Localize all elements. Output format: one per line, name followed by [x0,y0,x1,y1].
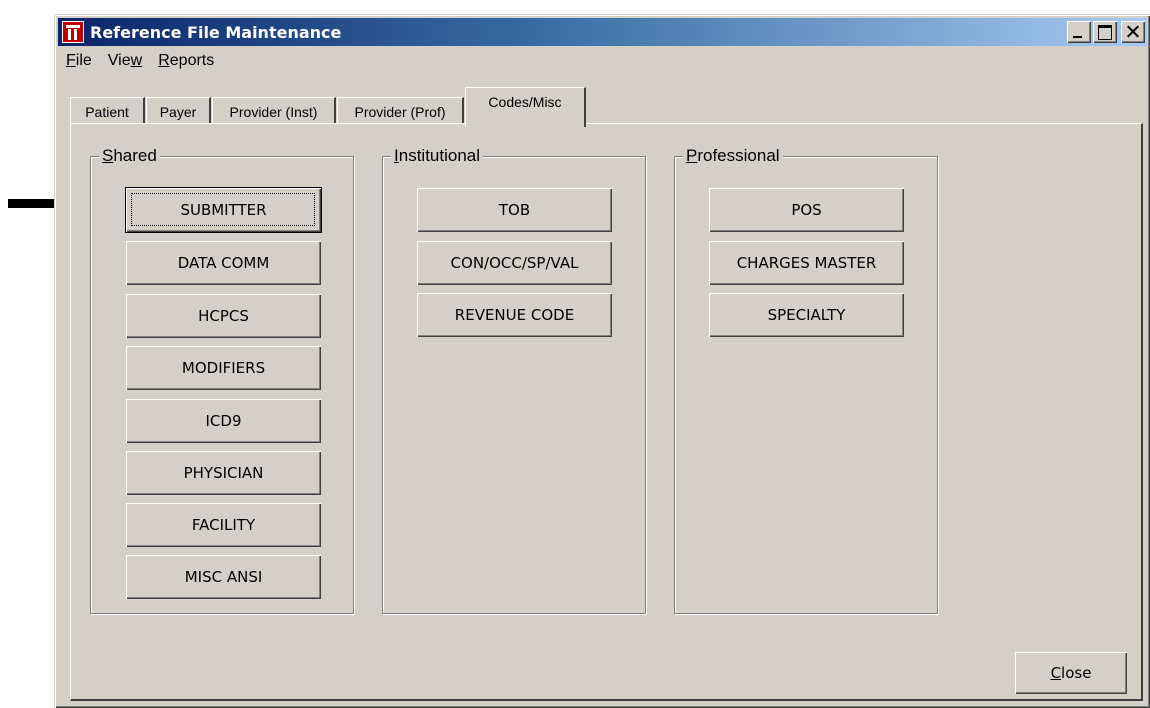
institutional-group: Institutional TOB CON/OCC/SP/VAL REVENUE… [382,146,646,614]
menu-bar: File View Reports [58,49,222,73]
menu-view[interactable]: View [100,52,150,70]
codes-misc-panel: Shared SUBMITTER DATA COMM HCPCS MODIFIE… [70,123,1143,701]
shared-group-label: Shared [99,146,160,166]
close-button[interactable]: Close [1015,652,1127,694]
icd9-button[interactable]: ICD9 [126,399,321,443]
institutional-group-label: Institutional [391,146,484,166]
tab-provider-prof[interactable]: Provider (Prof) [337,97,464,125]
tob-button[interactable]: TOB [417,188,612,232]
revenue-code-button[interactable]: REVENUE CODE [417,293,612,337]
specialty-button[interactable]: SPECIALTY [709,293,904,337]
maximize-icon[interactable] [1093,21,1117,43]
pos-button[interactable]: POS [709,188,904,232]
close-icon[interactable] [1121,21,1145,43]
window-title: Reference File Maintenance [90,22,342,42]
window-controls [1067,21,1145,43]
app-icon [62,21,84,43]
facility-button[interactable]: FACILITY [126,503,321,547]
data-comm-button[interactable]: DATA COMM [126,241,321,285]
menu-file[interactable]: File [58,52,100,70]
shared-group: Shared SUBMITTER DATA COMM HCPCS MODIFIE… [90,146,354,614]
tab-patient[interactable]: Patient [70,97,145,125]
tab-codes-misc[interactable]: Codes/Misc [465,87,586,127]
professional-group: Professional POS CHARGES MASTER SPECIALT… [674,146,938,614]
menu-reports[interactable]: Reports [150,52,222,70]
modifiers-button[interactable]: MODIFIERS [126,346,321,390]
physician-button[interactable]: PHYSICIAN [126,451,321,495]
tab-provider-inst[interactable]: Provider (Inst) [212,97,336,125]
minimize-icon[interactable] [1067,21,1091,43]
title-bar[interactable]: Reference File Maintenance [58,18,1147,46]
submitter-button[interactable]: SUBMITTER [126,188,321,232]
reference-file-maintenance-window: Reference File Maintenance File View Rep… [54,14,1150,708]
tab-payer[interactable]: Payer [146,97,211,125]
hcpcs-button[interactable]: HCPCS [126,294,321,338]
professional-group-label: Professional [683,146,783,166]
misc-ansi-button[interactable]: MISC ANSI [126,555,321,599]
charges-master-button[interactable]: CHARGES MASTER [709,241,904,285]
con-occ-sp-val-button[interactable]: CON/OCC/SP/VAL [417,241,612,285]
